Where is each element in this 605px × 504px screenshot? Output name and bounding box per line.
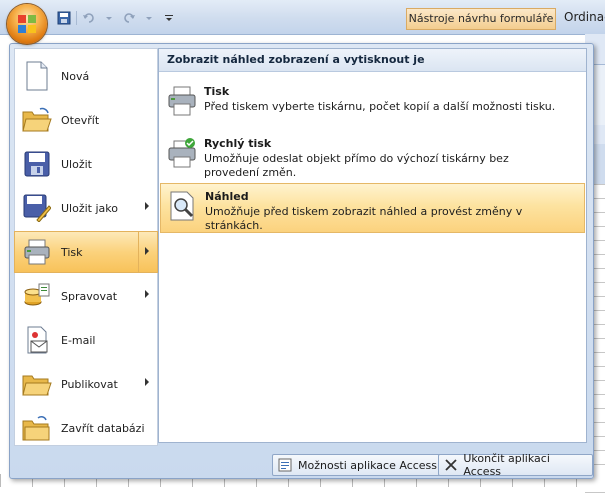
close-database-icon — [21, 412, 53, 444]
menu-item-close-database[interactable]: Zavřít databázi — [15, 407, 157, 449]
menu-item-print[interactable]: Tisk — [14, 231, 158, 273]
submenu-item-description: Před tiskem vyberte tiskárnu, počet kopi… — [204, 100, 556, 113]
save-icon[interactable] — [56, 10, 72, 26]
menu-item-label: Publikovat — [61, 377, 118, 391]
menu-item-label: E-mail — [61, 333, 96, 347]
quick-access-toolbar — [56, 9, 177, 27]
submenu-item-print[interactable]: Tisk Před tiskem vyberte tiskárnu, počet… — [160, 79, 583, 119]
menu-item-save-as[interactable]: Uložit jako — [15, 187, 157, 229]
office-button[interactable] — [7, 4, 47, 44]
redo-dropdown-icon[interactable] — [141, 10, 157, 26]
submenu-item-description: Umožňuje před tiskem zobrazit náhled a p… — [205, 205, 523, 232]
window-title: Ordinac — [564, 10, 605, 24]
menu-item-open[interactable]: Otevřít — [15, 99, 157, 141]
exit-access-button[interactable]: Ukončit aplikaci Access — [438, 452, 593, 478]
access-options-label: Možnosti aplikace Access — [298, 458, 438, 472]
printer-icon — [21, 236, 53, 268]
menu-item-manage[interactable]: Spravovat — [15, 275, 157, 317]
redo-icon[interactable] — [121, 10, 137, 26]
submenu-item-print-preview[interactable]: Náhled Umožňuje před tiskem zobrazit náh… — [160, 183, 585, 233]
new-document-icon — [21, 60, 53, 92]
submenu-arrow-icon — [145, 378, 149, 386]
submenu-item-quick-print[interactable]: Rychlý tisk Umožňuje odeslat objekt přím… — [160, 131, 583, 183]
publish-folder-icon — [21, 368, 53, 400]
toolbar-separator — [76, 11, 77, 25]
menu-item-new[interactable]: Nová — [15, 55, 157, 97]
office-logo-icon — [18, 15, 36, 33]
office-menu-footer: Možnosti aplikace Access Ukončit aplikac… — [10, 448, 593, 478]
save-as-icon — [21, 192, 53, 224]
submenu-item-title: Rychlý tisk — [204, 137, 272, 150]
access-options-button[interactable]: Možnosti aplikace Access — [272, 454, 445, 476]
submenu-arrow-icon — [145, 202, 149, 210]
menu-item-label: Otevřít — [61, 113, 100, 127]
print-preview-icon — [167, 190, 199, 222]
submenu-item-title: Tisk — [204, 85, 230, 98]
menu-item-label: Zavřít databázi — [61, 421, 145, 435]
menu-item-label: Uložit — [61, 157, 92, 171]
undo-dropdown-icon[interactable] — [101, 10, 117, 26]
menu-item-save[interactable]: Uložit — [15, 143, 157, 185]
printer-icon — [166, 85, 198, 117]
submenu-item-description: Umožňuje odeslat objekt přímo do výchozí… — [204, 152, 509, 179]
menu-item-label: Spravovat — [61, 289, 118, 303]
contextual-tools-label: Nástroje návrhu formuláře — [406, 8, 556, 30]
office-menu-commands: Nová Otevřít Uložit Uložit jako Tisk Spr… — [14, 48, 158, 446]
undo-icon[interactable] — [81, 10, 97, 26]
open-folder-icon — [21, 104, 53, 136]
manage-icon — [21, 280, 53, 312]
submenu-arrow-icon — [145, 290, 149, 298]
office-menu: Nová Otevřít Uložit Uložit jako Tisk Spr… — [9, 43, 594, 479]
menu-item-email[interactable]: E-mail — [15, 319, 157, 361]
quick-print-icon — [166, 137, 198, 169]
submenu-arrow-icon — [145, 247, 149, 255]
print-submenu: Zobrazit náhled zobrazení a vytisknout j… — [158, 48, 587, 443]
menu-item-label: Uložit jako — [61, 201, 118, 215]
customize-toolbar-icon[interactable] — [161, 10, 177, 26]
close-icon — [443, 457, 458, 473]
save-disk-icon — [21, 148, 53, 180]
menu-item-publish[interactable]: Publikovat — [15, 363, 157, 405]
options-icon — [277, 457, 293, 473]
menu-item-label: Tisk — [61, 245, 83, 259]
email-icon — [21, 324, 53, 356]
exit-access-label: Ukončit aplikaci Access — [463, 452, 550, 478]
title-bar: Nástroje návrhu formuláře Ordinac — [0, 0, 605, 35]
submenu-item-title: Náhled — [205, 190, 249, 203]
submenu-title: Zobrazit náhled zobrazení a vytisknout j… — [159, 49, 586, 72]
menu-item-label: Nová — [61, 69, 90, 83]
